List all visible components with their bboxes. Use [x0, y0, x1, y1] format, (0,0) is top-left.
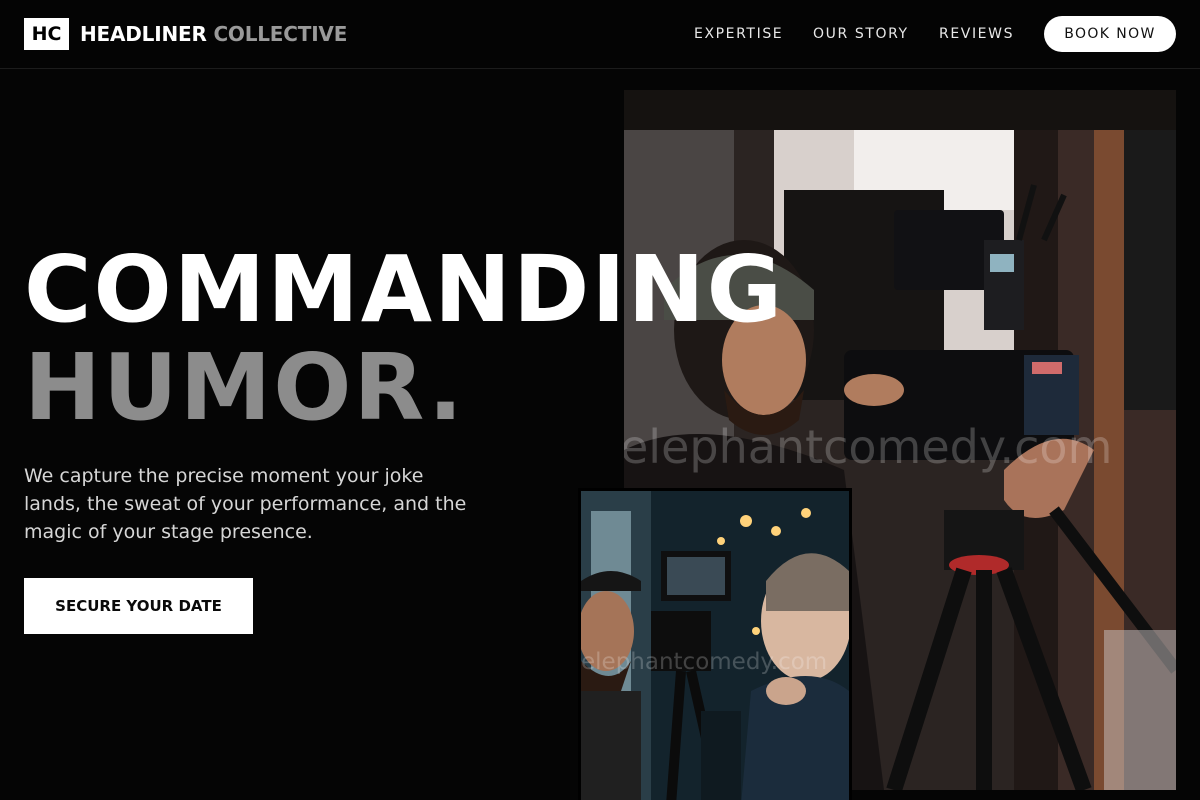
logo-mark[interactable]: HC — [24, 18, 69, 50]
monitor-review-illustration — [581, 491, 849, 800]
hero-description: We capture the precise moment your joke … — [24, 465, 467, 543]
brand-primary: HEADLINER — [80, 22, 207, 46]
brand-name[interactable]: HEADLINER COLLECTIVE — [80, 21, 347, 47]
site-header: HC HEADLINER COLLECTIVE EXPERTISE OUR ST… — [0, 0, 1200, 69]
nav-reviews[interactable]: REVIEWS — [939, 24, 1014, 44]
book-now-button[interactable]: BOOK NOW — [1044, 16, 1176, 52]
secure-your-date-button[interactable]: SECURE YOUR DATE — [24, 578, 253, 634]
brand-secondary: COLLECTIVE — [213, 22, 348, 46]
nav-expertise[interactable]: EXPERTISE — [694, 24, 783, 44]
hero-headline-line2: HUMOR. — [24, 334, 465, 441]
hero-photo-monitor-review: elephantcomedy.com — [578, 488, 852, 800]
nav-our-story[interactable]: OUR STORY — [813, 24, 909, 44]
hero-headline-line1: COMMANDING — [24, 236, 785, 343]
